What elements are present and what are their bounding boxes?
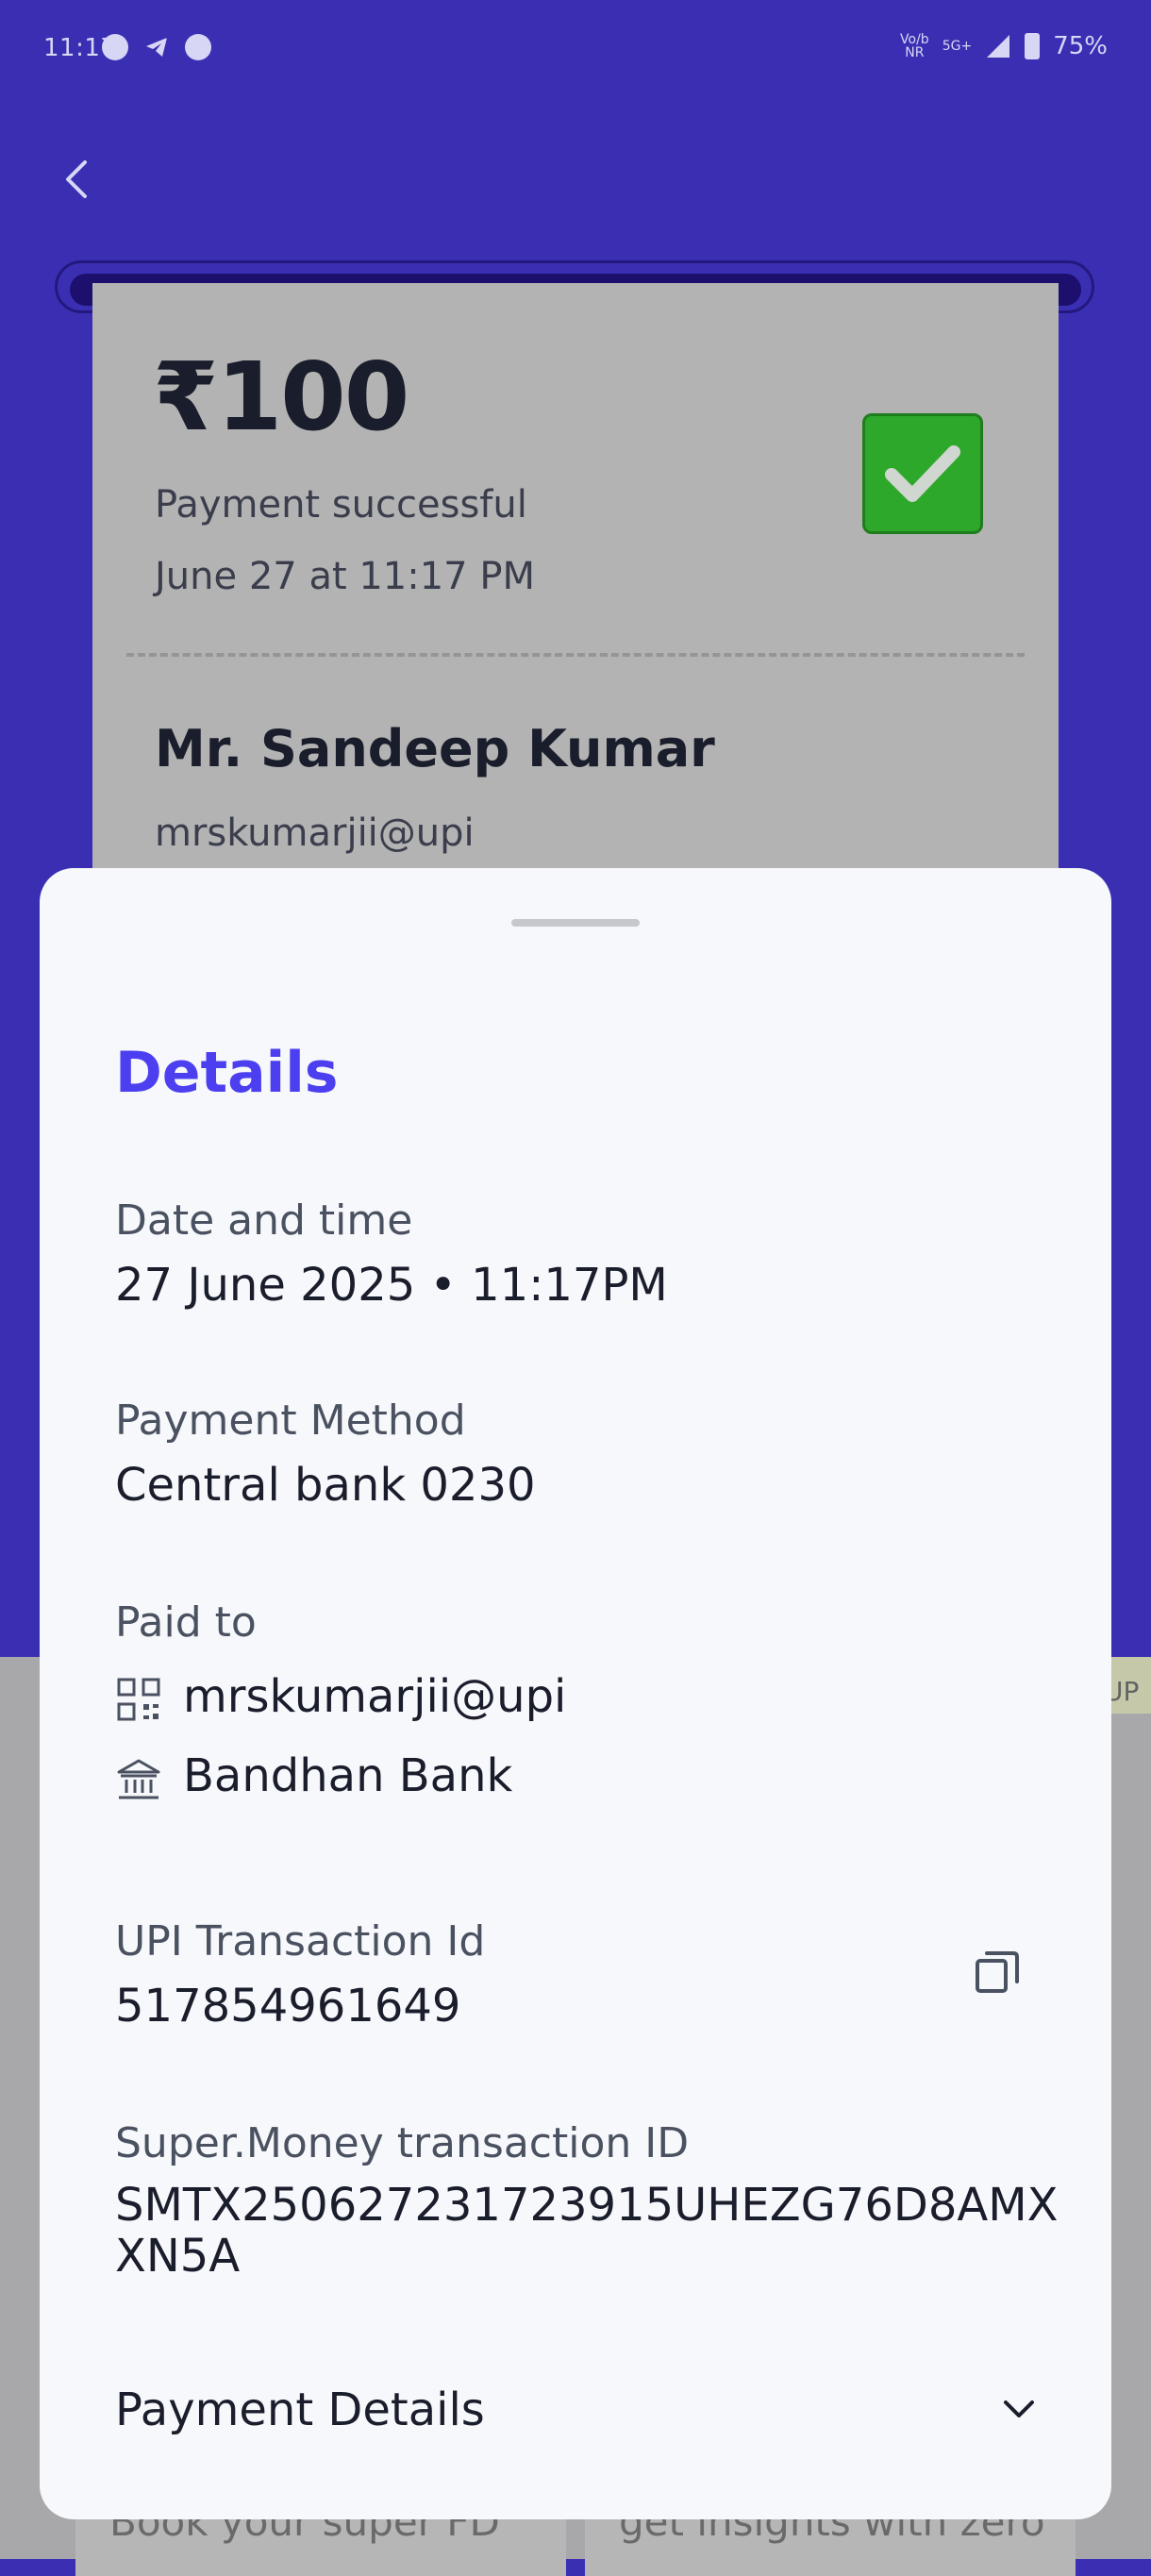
payee-name: Mr. Sandeep Kumar bbox=[155, 719, 715, 778]
receipt-card: ₹100 Payment successful June 27 at 11:17… bbox=[92, 283, 1059, 887]
paid-to-upi: mrskumarjii@upi bbox=[183, 1670, 567, 1723]
payee-upi: mrskumarjii@upi bbox=[155, 811, 475, 855]
upi-transaction-value: 517854961649 bbox=[115, 1980, 461, 2032]
upi-transaction-label: UPI Transaction Id bbox=[115, 1917, 486, 1965]
payment-method-value: Central bank 0230 bbox=[115, 1459, 536, 1512]
signal-icon bbox=[987, 35, 1010, 58]
network-label: Vo/b NR bbox=[900, 33, 929, 59]
super-money-txn-value: SMTX250627231723915UHEZG76D8AMXXN5A bbox=[115, 2179, 1059, 2283]
details-title: Details bbox=[115, 1040, 339, 1106]
paid-to-bank: Bandhan Bank bbox=[183, 1749, 513, 1802]
network-label-bottom: NR bbox=[905, 45, 925, 60]
payment-details-label: Payment Details bbox=[115, 2384, 485, 2436]
network-label-top: Vo/b bbox=[900, 32, 929, 47]
network-type: 5G+ bbox=[942, 39, 973, 54]
battery-percent: 75% bbox=[1053, 32, 1108, 60]
bank-icon bbox=[117, 1759, 160, 1799]
status-bar: 11:17 Vo/b NR 5G+ 75% bbox=[0, 0, 1151, 94]
paid-to-label: Paid to bbox=[115, 1598, 257, 1647]
date-time-value: 27 June 2025 • 11:17PM bbox=[115, 1259, 668, 1312]
payment-datetime: June 27 at 11:17 PM bbox=[155, 555, 535, 598]
payment-status: Payment successful bbox=[155, 483, 527, 527]
details-sheet: Details Date and time 27 June 2025 • 11:… bbox=[40, 868, 1111, 2519]
divider bbox=[126, 653, 1025, 657]
battery-icon bbox=[1025, 33, 1041, 59]
whatsapp-icon bbox=[185, 34, 211, 60]
facebook-icon bbox=[102, 34, 128, 60]
sheet-handle[interactable] bbox=[511, 919, 640, 927]
notification-icons bbox=[102, 34, 211, 60]
telegram-icon bbox=[146, 38, 167, 57]
status-right: Vo/b NR 5G+ 75% bbox=[900, 32, 1108, 60]
back-button[interactable] bbox=[49, 151, 106, 208]
date-time-label: Date and time bbox=[115, 1196, 413, 1245]
chevron-down-icon bbox=[1004, 2400, 1034, 2417]
amount: ₹100 bbox=[153, 342, 409, 452]
qr-code-icon bbox=[117, 1678, 160, 1721]
payment-method-label: Payment Method bbox=[115, 1397, 466, 1445]
copy-button[interactable] bbox=[970, 1944, 1026, 2000]
super-money-txn-label: Super.Money transaction ID bbox=[115, 2119, 690, 2167]
success-check-icon bbox=[862, 413, 983, 534]
payment-details-toggle[interactable]: Payment Details bbox=[115, 2378, 1049, 2444]
